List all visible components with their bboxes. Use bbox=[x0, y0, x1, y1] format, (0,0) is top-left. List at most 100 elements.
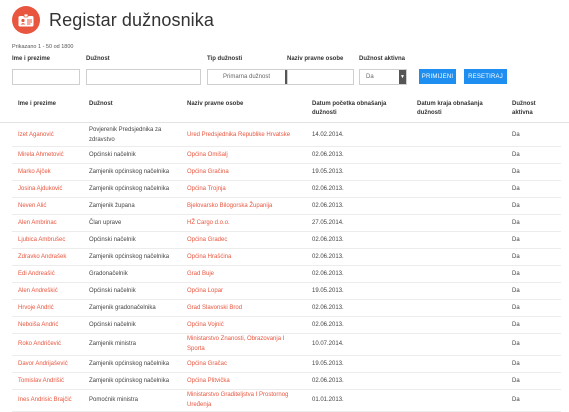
cell-start-date: 01.01.2013. bbox=[312, 397, 344, 403]
name-filter-input[interactable] bbox=[12, 69, 80, 85]
page-header: Registar dužnosnika bbox=[12, 5, 214, 35]
cell-active: Da bbox=[512, 360, 520, 367]
cell-body[interactable]: Općina Gradec bbox=[187, 235, 299, 245]
cell-body[interactable]: Općina Omišalj bbox=[187, 150, 299, 160]
cell-body[interactable]: Bjelovarsko Bilogorska Županija bbox=[187, 201, 299, 211]
cell-active: Da bbox=[512, 185, 520, 192]
cell-name[interactable]: Marko Ajček bbox=[18, 167, 84, 177]
col-header-end[interactable]: Datum kraja obnašanja dužnosti bbox=[417, 100, 503, 118]
position-filter-label: Dužnost bbox=[86, 56, 110, 62]
cell-name[interactable]: Izet Aganović bbox=[18, 130, 84, 140]
page-title: Registar dužnosnika bbox=[49, 9, 214, 30]
cell-name[interactable]: Alen Ambrinac bbox=[18, 218, 84, 228]
cell-name[interactable]: Neboiša Andrić bbox=[18, 320, 84, 330]
cell-active: Da bbox=[512, 236, 520, 243]
cell-name[interactable]: Alen Andreškić bbox=[18, 286, 84, 296]
position-filter-input[interactable] bbox=[86, 69, 201, 85]
cell-start-date: 19.05.2013. bbox=[312, 360, 344, 367]
table-row: Ljubica Ambrušec Općinski načelnik Općina … bbox=[12, 231, 561, 249]
cell-name[interactable]: Tomislav Andrišić bbox=[18, 376, 84, 386]
col-header-body[interactable]: Naziv pravne osobe bbox=[187, 100, 243, 109]
cell-active: Da bbox=[512, 304, 520, 311]
cell-active: Da bbox=[512, 397, 520, 403]
table-row: Izet Aganović Povjerenik Predsjednika za … bbox=[12, 124, 561, 147]
cell-body[interactable]: Ured Predsjednika Republike Hrvatske bbox=[187, 130, 299, 140]
chevron-down-icon: ▼ bbox=[399, 70, 406, 84]
table-row: Neboiša Andrić Općinski načelnik Općina Vo… bbox=[12, 316, 561, 334]
col-header-active[interactable]: Dužnost aktivna bbox=[512, 100, 548, 118]
cell-active: Da bbox=[512, 168, 520, 175]
cell-start-date: 02.06.2013. bbox=[312, 202, 344, 209]
cell-position: Općinski načelnik bbox=[89, 236, 136, 243]
cell-name[interactable]: Josina Ajduković bbox=[18, 184, 84, 194]
cell-name[interactable]: Ines Andrisic Brajčić bbox=[18, 395, 84, 405]
cell-active: Da bbox=[512, 287, 520, 294]
cell-start-date: 02.06.2013. bbox=[312, 253, 344, 260]
cell-body[interactable]: Općina Gračac bbox=[187, 359, 299, 369]
reset-button[interactable]: RESETIRAJ bbox=[464, 69, 507, 84]
cell-name[interactable]: Roko Andričević bbox=[18, 339, 84, 349]
cell-active: Da bbox=[512, 377, 520, 384]
col-header-name[interactable]: Ime i prezime bbox=[18, 100, 56, 109]
cell-position: Općinski načelnik bbox=[89, 151, 136, 158]
table-row: Alen Andreškić Općinski načelnik Općina Lo… bbox=[12, 282, 561, 300]
cell-position: Općinski načelnik bbox=[89, 287, 136, 294]
cell-start-date: 14.02.2014. bbox=[312, 132, 344, 138]
col-header-start[interactable]: Datum početka obnašanja dužnosti bbox=[312, 100, 402, 118]
name-filter-label: Ime i prezime bbox=[12, 56, 51, 62]
cell-position: Gradonačelnik bbox=[89, 270, 128, 277]
cell-start-date: 02.06.2013. bbox=[312, 321, 344, 328]
cell-name[interactable]: Ljubica Ambrušec bbox=[18, 235, 84, 245]
cell-body[interactable]: Općina Lopar bbox=[187, 286, 299, 296]
cell-body[interactable]: Općina Plitvička bbox=[187, 376, 299, 386]
cell-position: Zamjenik općinskog načelnika bbox=[89, 168, 170, 175]
cell-start-date: 19.05.2013. bbox=[312, 168, 344, 175]
cell-body[interactable]: Općina Hrašćina bbox=[187, 252, 299, 262]
cell-position: Općinski načelnik bbox=[89, 321, 136, 328]
cell-body[interactable]: HŽ Cargo d.o.o. bbox=[187, 218, 299, 228]
cell-start-date: 02.06.2013. bbox=[312, 377, 344, 384]
cell-name[interactable]: Mirela Ahmetović bbox=[18, 150, 84, 160]
cell-name[interactable]: Edi Andreašić bbox=[18, 269, 84, 279]
cell-position: Zamjenik općinskog načelnika bbox=[89, 185, 170, 192]
type-filter-label: Tip dužnosti bbox=[207, 56, 243, 62]
cell-active: Da bbox=[512, 341, 520, 347]
cell-name[interactable]: Zdravko Andrašek bbox=[18, 252, 84, 262]
cell-start-date: 02.06.2013. bbox=[312, 270, 344, 277]
table-header: Ime i prezime Dužnost Naziv pravne osobe… bbox=[0, 98, 569, 123]
table-row: Neven Alić Zamjenik župana Bjelovarsko Bil… bbox=[12, 197, 561, 215]
cell-name[interactable]: Neven Alić bbox=[18, 201, 84, 211]
cell-active: Da bbox=[512, 132, 520, 138]
cell-start-date: 02.06.2013. bbox=[312, 185, 344, 192]
cell-position: Zamjenik općinskog načelnika bbox=[89, 377, 170, 384]
body-filter-label: Naziv pravne osobe bbox=[287, 56, 344, 62]
active-filter-label: Dužnost aktivna bbox=[359, 56, 406, 62]
cell-body[interactable]: Općina Gračina bbox=[187, 167, 299, 177]
cell-position: Povjerenik Predsjednika za zdravstvo bbox=[89, 127, 162, 143]
cell-body[interactable]: Ministarstvo Znanosti, Obrazovanja I Spo… bbox=[187, 334, 299, 354]
cell-body[interactable]: Ministarstvo Graditeljstva I Prostornog … bbox=[187, 390, 299, 410]
cell-body[interactable]: Grad Buje bbox=[187, 269, 299, 279]
type-filter-select[interactable]: Primarna dužnost ▼ bbox=[207, 69, 293, 85]
table-row: Josina Ajduković Zamjenik općinskog načel… bbox=[12, 180, 561, 198]
table-row: Edi Andreašić Gradonačelnik Grad Buje 02.06… bbox=[12, 265, 561, 283]
cell-active: Da bbox=[512, 253, 520, 260]
cell-active: Da bbox=[512, 219, 520, 226]
cell-start-date: 10.07.2014. bbox=[312, 341, 344, 347]
cell-body[interactable]: Općina Trojnja bbox=[187, 184, 299, 194]
table-row: Alen Ambrinac Član uprave HŽ Cargo d.o.o. 2… bbox=[12, 214, 561, 232]
cell-name[interactable]: Hrvoje Andrić bbox=[18, 303, 84, 313]
apply-button[interactable]: PRIMIJENI bbox=[419, 69, 456, 84]
cell-position: Zamjenik gradonačelnika bbox=[89, 304, 156, 311]
body-filter-input[interactable] bbox=[287, 69, 354, 85]
col-header-position[interactable]: Dužnost bbox=[89, 100, 113, 109]
cell-start-date: 19.05.2013. bbox=[312, 287, 344, 294]
cell-active: Da bbox=[512, 151, 520, 158]
cell-body[interactable]: Grad Slavonski Brod bbox=[187, 303, 299, 313]
active-filter-select[interactable]: Da ▼ bbox=[359, 69, 407, 85]
cell-active: Da bbox=[512, 270, 520, 277]
cell-start-date: 02.06.2013. bbox=[312, 151, 344, 158]
cell-name[interactable]: Davor Andrijašević bbox=[18, 359, 84, 369]
cell-body[interactable]: Općina Vojnić bbox=[187, 320, 299, 330]
cell-position: Zamjenik općinskog načelnika bbox=[89, 253, 170, 260]
